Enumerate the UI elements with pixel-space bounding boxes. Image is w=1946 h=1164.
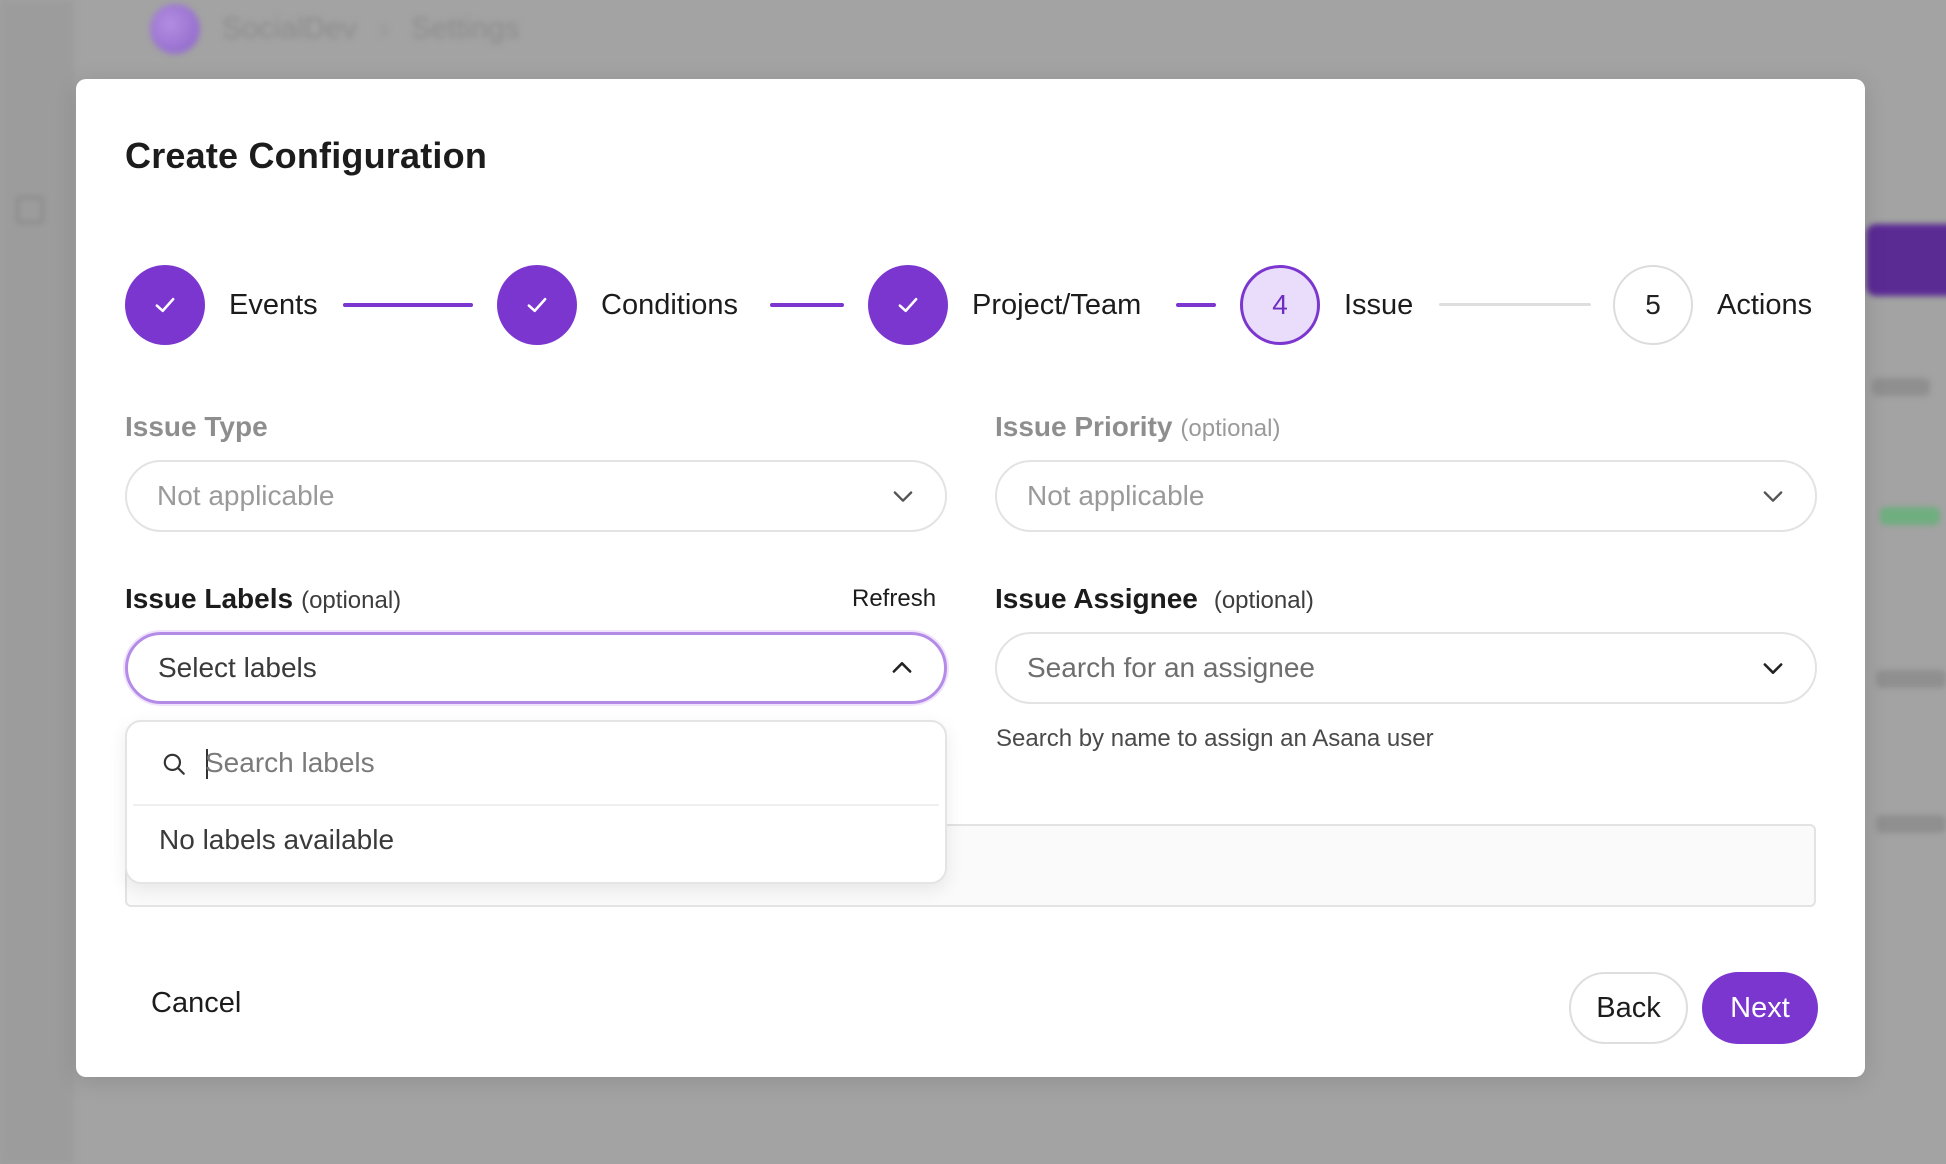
step-connector: [770, 303, 844, 307]
background-breadcrumb: SocialDev › Settings: [150, 4, 519, 54]
step-connector: [1176, 303, 1216, 307]
issue-assignee-placeholder: Search for an assignee: [1027, 652, 1315, 683]
cancel-button[interactable]: Cancel: [123, 967, 269, 1039]
breadcrumb-org: SocialDev: [222, 12, 358, 45]
step-project-team-label: Project/Team: [972, 289, 1142, 321]
sidebar-icon: [16, 196, 44, 224]
issue-priority-value: Not applicable: [1027, 480, 1205, 511]
background-status-badge: [1880, 507, 1940, 525]
issue-assignee-label: Issue Assignee (optional): [995, 583, 1314, 614]
background-text: [1876, 815, 1946, 833]
step-issue-circle[interactable]: 4: [1240, 265, 1320, 345]
issue-type-select[interactable]: Not applicable: [125, 460, 947, 532]
step-actions-circle: 5: [1613, 265, 1693, 345]
step-connector: [343, 303, 473, 307]
dropdown-divider: [133, 804, 939, 806]
background-text: [1876, 670, 1946, 688]
step-project-team-circle[interactable]: [868, 265, 948, 345]
issue-labels-placeholder: Select labels: [158, 652, 317, 683]
refresh-labels-link[interactable]: Refresh: [852, 585, 936, 613]
no-labels-message: No labels available: [159, 824, 395, 855]
issue-type-label: Issue Type: [125, 411, 268, 442]
create-configuration-modal: Create Configuration Events Conditions P…: [76, 79, 1865, 1077]
step-connector: [1439, 303, 1591, 306]
next-button[interactable]: Next: [1702, 972, 1818, 1044]
issue-assignee-select[interactable]: Search for an assignee: [995, 632, 1817, 704]
check-icon: [155, 297, 175, 313]
step-actions-label: Actions: [1717, 289, 1813, 321]
breadcrumb-page: Settings: [411, 12, 520, 45]
step-events-circle[interactable]: [125, 265, 205, 345]
step-conditions-circle[interactable]: [497, 265, 577, 345]
chevron-down-icon: [889, 482, 917, 510]
check-icon: [898, 297, 918, 313]
breadcrumb-separator: ›: [379, 12, 390, 45]
stepper: Events Conditions Project/Team 4 Issue 5…: [125, 265, 1816, 345]
back-button[interactable]: Back: [1569, 972, 1688, 1044]
issue-priority-label: Issue Priority (optional): [995, 411, 1281, 442]
issue-labels-label: Issue Labels (optional): [125, 583, 402, 614]
step-events-label: Events: [229, 289, 318, 321]
issue-type-value: Not applicable: [157, 480, 335, 511]
search-icon: [163, 753, 185, 775]
chevron-up-icon: [888, 654, 916, 682]
optional-tag: (optional): [301, 587, 402, 614]
modal-title: Create Configuration: [125, 135, 488, 176]
app-logo: [150, 4, 200, 54]
step-issue-label: Issue: [1344, 289, 1414, 321]
assignee-helper-text: Search by name to assign an Asana user: [996, 725, 1434, 752]
labels-search-input[interactable]: [205, 740, 905, 786]
optional-tag: (optional): [1213, 587, 1314, 614]
chevron-down-icon: [1759, 482, 1787, 510]
labels-search: [127, 722, 945, 804]
labels-dropdown: No labels available: [125, 720, 947, 884]
issue-priority-select[interactable]: Not applicable: [995, 460, 1817, 532]
optional-tag: (optional): [1180, 415, 1281, 442]
background-text: [1872, 378, 1930, 396]
issue-labels-select[interactable]: Select labels: [125, 632, 947, 704]
check-icon: [527, 297, 547, 313]
background-create-button: [1866, 224, 1946, 296]
step-conditions-label: Conditions: [601, 289, 739, 321]
background-sidebar: [0, 0, 74, 1164]
chevron-down-icon: [1759, 654, 1787, 682]
